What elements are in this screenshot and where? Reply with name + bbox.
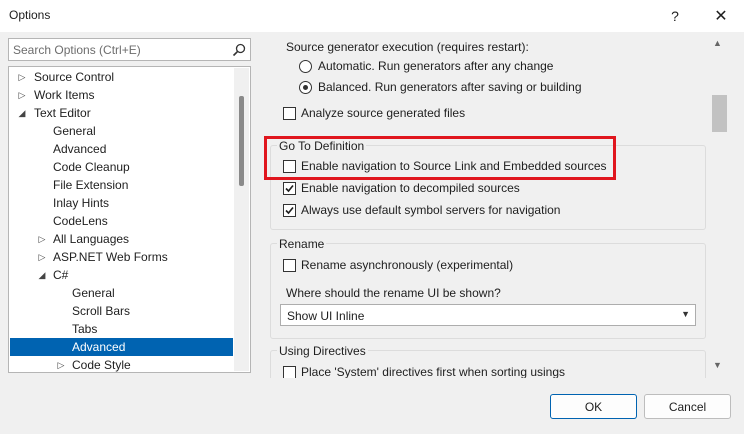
- tree-item-label: Work Items: [34, 88, 95, 102]
- checkbox-analyze-generated[interactable]: [283, 107, 296, 120]
- radio-automatic-label[interactable]: Automatic. Run generators after any chan…: [318, 59, 553, 73]
- using-directives-header: Using Directives: [277, 344, 368, 358]
- tree-item-text-editor[interactable]: ◢ Text Editor: [10, 104, 233, 122]
- tree-scrollbar-thumb[interactable]: [239, 96, 244, 186]
- expand-arrow-icon[interactable]: ▷: [36, 248, 48, 266]
- checkbox-default-symbol-servers-label[interactable]: Always use default symbol servers for na…: [301, 203, 560, 217]
- collapse-arrow-icon[interactable]: ◢: [36, 266, 48, 284]
- window-title: Options: [9, 8, 51, 22]
- radio-balanced-label[interactable]: Balanced. Run generators after saving or…: [318, 80, 582, 94]
- tree-item-tabs[interactable]: Tabs: [10, 320, 233, 338]
- tree-item-csharp-general[interactable]: General: [10, 284, 233, 302]
- rename-ui-dropdown[interactable]: Show UI Inline ▼: [280, 304, 696, 326]
- tree-item-label: Scroll Bars: [72, 304, 131, 318]
- radio-automatic[interactable]: [299, 60, 312, 73]
- tree-item-scroll-bars[interactable]: Scroll Bars: [10, 302, 233, 320]
- cancel-button[interactable]: Cancel: [644, 394, 731, 419]
- tree-item-label: Code Cleanup: [53, 160, 130, 174]
- settings-pane: Source generator execution (requires res…: [266, 34, 736, 378]
- settings-scrollbar[interactable]: ▲ ▼: [708, 34, 732, 378]
- tree-item-codelens[interactable]: CodeLens: [10, 212, 233, 230]
- tree-item-label: ASP.NET Web Forms: [53, 250, 168, 264]
- tree-item-inlay-hints[interactable]: Inlay Hints: [10, 194, 233, 212]
- tree-item-label: Advanced: [72, 340, 126, 354]
- chevron-down-icon: ▼: [681, 309, 690, 319]
- tree-item-code-cleanup[interactable]: Code Cleanup: [10, 158, 233, 176]
- highlight-box: [264, 136, 616, 180]
- checkbox-analyze-generated-label[interactable]: Analyze source generated files: [301, 106, 465, 120]
- expand-arrow-icon[interactable]: ▷: [16, 68, 28, 86]
- search-input[interactable]: [9, 39, 229, 60]
- rename-ui-selected-value: Show UI Inline: [287, 309, 365, 323]
- tree-item-aspnet-web-forms[interactable]: ▷ ASP.NET Web Forms: [10, 248, 233, 266]
- tree-item-label: Advanced: [53, 142, 107, 156]
- checkbox-system-directives-first-label[interactable]: Place 'System' directives first when sor…: [301, 365, 565, 378]
- radio-balanced[interactable]: [299, 81, 312, 94]
- checkbox-decompiled-navigation-label[interactable]: Enable navigation to decompiled sources: [301, 181, 520, 195]
- ok-button[interactable]: OK: [550, 394, 637, 419]
- tree-item-label: Tabs: [72, 322, 98, 336]
- tree-item-label: C#: [53, 268, 69, 282]
- tree-item-general[interactable]: General: [10, 122, 233, 140]
- tree-item-label: File Extension: [53, 178, 129, 192]
- checkbox-rename-async[interactable]: [283, 259, 296, 272]
- rename-header: Rename: [277, 237, 327, 251]
- settings-scrollbar-thumb[interactable]: [712, 95, 727, 132]
- scroll-down-icon[interactable]: ▼: [713, 360, 722, 370]
- tree-item-label: CodeLens: [53, 214, 108, 228]
- expand-arrow-icon[interactable]: ▷: [16, 86, 28, 104]
- tree-item-label: Text Editor: [34, 106, 91, 120]
- search-icon[interactable]: [231, 42, 247, 58]
- tree-item-label: Inlay Hints: [53, 196, 110, 210]
- help-icon: ?: [671, 8, 679, 24]
- scroll-up-icon[interactable]: ▲: [713, 38, 722, 48]
- expand-arrow-icon[interactable]: ▷: [36, 230, 48, 248]
- checkmark-icon: [285, 184, 294, 193]
- tree-item-advanced[interactable]: Advanced: [10, 140, 233, 158]
- checkbox-rename-async-label[interactable]: Rename asynchronously (experimental): [301, 258, 513, 272]
- close-button[interactable]: ✕: [698, 0, 744, 32]
- checkmark-icon: [285, 206, 294, 215]
- title-bar: Options ? ✕: [0, 0, 744, 32]
- options-tree[interactable]: ▷ Source Control ▷ Work Items ◢ Text Edi…: [8, 66, 251, 373]
- close-icon: ✕: [714, 8, 728, 25]
- tree-item-source-control[interactable]: ▷ Source Control: [10, 68, 233, 86]
- tree-item-work-items[interactable]: ▷ Work Items: [10, 86, 233, 104]
- tree-item-label: All Languages: [53, 232, 130, 246]
- checkbox-system-directives-first[interactable]: [283, 366, 296, 378]
- tree-item-code-style[interactable]: ▷ Code Style: [10, 356, 233, 372]
- tree-item-csharp[interactable]: ◢ C#: [10, 266, 233, 284]
- tree-item-label: General: [72, 286, 115, 300]
- checkbox-decompiled-navigation[interactable]: [283, 182, 296, 195]
- collapse-arrow-icon[interactable]: ◢: [16, 104, 28, 122]
- source-generator-label: Source generator execution (requires res…: [286, 40, 529, 54]
- tree-scrollbar[interactable]: [234, 68, 249, 371]
- tree-item-label: Code Style: [72, 358, 131, 372]
- rename-ui-question: Where should the rename UI be shown?: [286, 286, 501, 300]
- tree-item-label: General: [53, 124, 96, 138]
- help-button[interactable]: ?: [652, 0, 698, 32]
- expand-arrow-icon[interactable]: ▷: [55, 356, 67, 372]
- tree-item-label: Source Control: [34, 70, 115, 84]
- search-box: [8, 38, 251, 61]
- checkbox-default-symbol-servers[interactable]: [283, 204, 296, 217]
- tree-item-all-languages[interactable]: ▷ All Languages: [10, 230, 233, 248]
- tree-item-csharp-advanced[interactable]: Advanced: [10, 338, 233, 356]
- tree-item-file-extension[interactable]: File Extension: [10, 176, 233, 194]
